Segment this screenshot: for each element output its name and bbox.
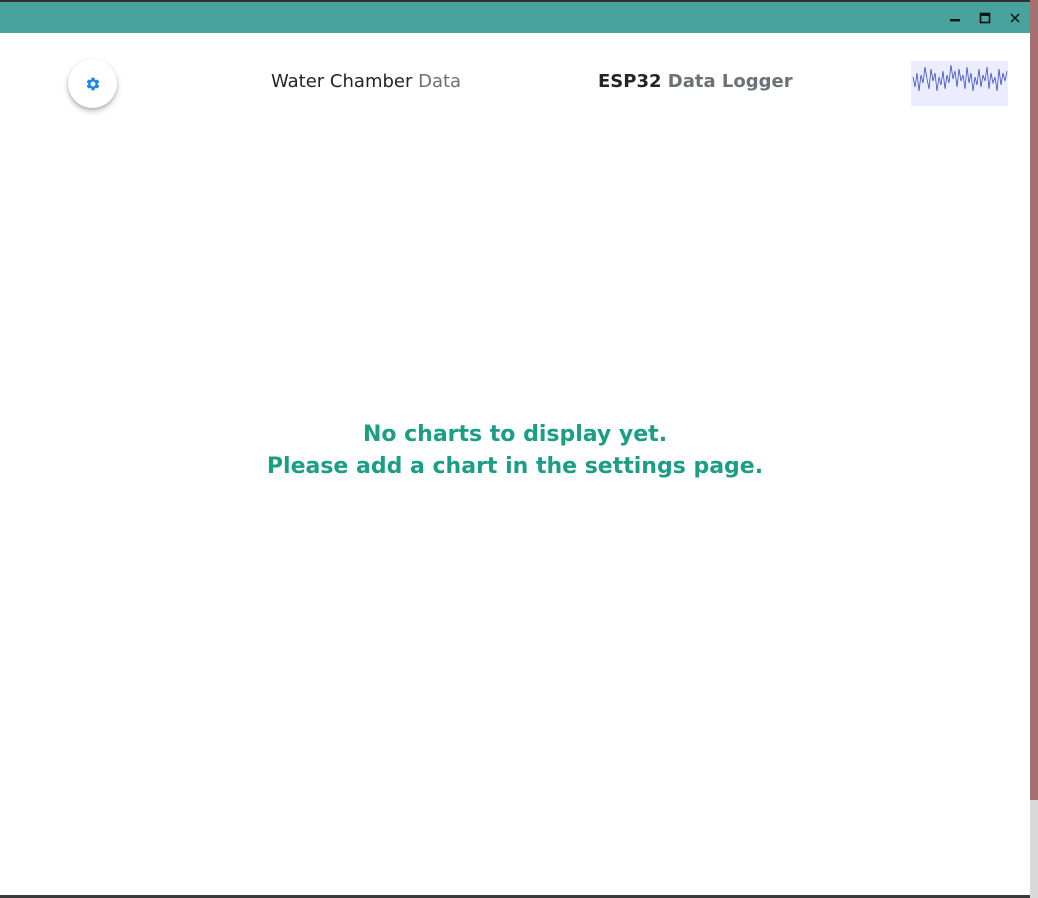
- window-controls: [940, 2, 1030, 33]
- maximize-button[interactable]: [970, 2, 1000, 33]
- app-title-primary: ESP32: [598, 71, 662, 92]
- scrollbar-thumb[interactable]: [1030, 0, 1038, 800]
- main-content: Water Chamber Data ESP32 Data Logger No …: [0, 33, 1030, 895]
- empty-state-line-1: No charts to display yet.: [362, 422, 668, 447]
- app-title-secondary: Data Logger: [667, 71, 793, 92]
- minimize-button[interactable]: [940, 2, 970, 33]
- gear-icon: [86, 77, 99, 90]
- empty-state-line-2: Please add a chart in the settings page.: [266, 454, 764, 479]
- app-title: ESP32 Data Logger: [598, 71, 793, 92]
- minimize-icon: [950, 18, 960, 21]
- window-titlebar[interactable]: [0, 0, 1030, 33]
- settings-button[interactable]: [68, 59, 117, 108]
- sparkline-icon: [912, 64, 1008, 92]
- close-icon: [1010, 12, 1020, 23]
- chamber-title: Water Chamber Data: [271, 71, 461, 92]
- sparkline-logo: [911, 61, 1008, 106]
- close-button[interactable]: [1000, 2, 1030, 33]
- chamber-title-secondary: Data: [418, 71, 462, 92]
- chamber-title-primary: Water Chamber: [271, 71, 413, 92]
- empty-state-message: No charts to display yet. Please add a c…: [0, 419, 1030, 483]
- maximize-icon: [979, 12, 991, 23]
- app-window: Water Chamber Data ESP32 Data Logger No …: [0, 0, 1038, 898]
